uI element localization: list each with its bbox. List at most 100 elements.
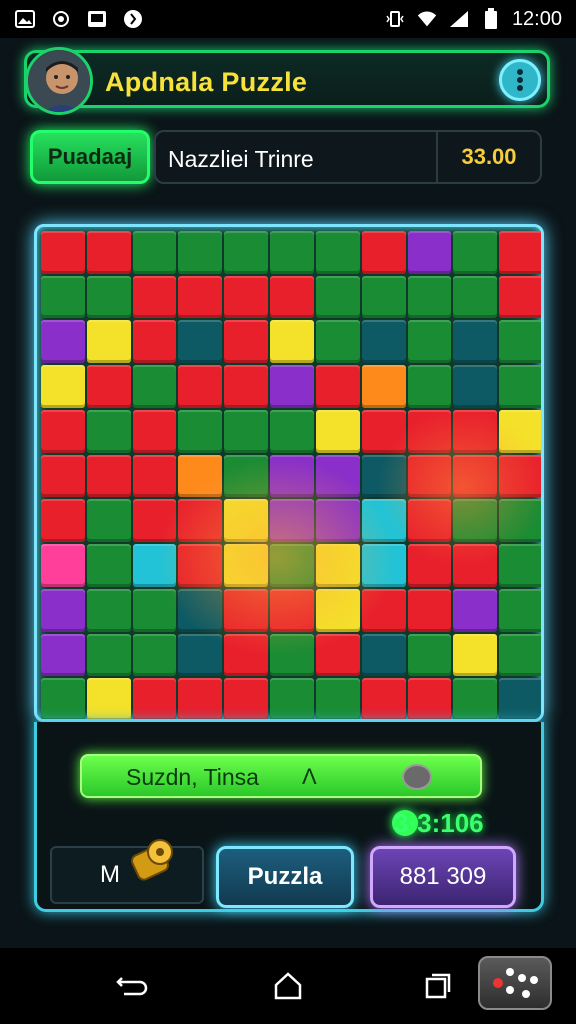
puzzle-tile[interactable] — [224, 231, 269, 274]
puzzle-tile[interactable] — [178, 678, 223, 719]
back-icon[interactable] — [112, 966, 152, 1006]
puzzle-tile[interactable] — [132, 588, 177, 632]
home-icon[interactable] — [268, 966, 308, 1006]
puzzle-tile[interactable] — [41, 544, 85, 587]
puzzle-tile[interactable] — [224, 633, 269, 677]
puzzle-tile[interactable] — [270, 231, 314, 274]
puzzle-tile[interactable] — [86, 544, 131, 587]
gamepad-icon[interactable] — [478, 956, 552, 1010]
puzzle-tile[interactable] — [132, 454, 177, 498]
puzzle-tile[interactable] — [315, 678, 360, 719]
puzzle-tile[interactable] — [178, 633, 223, 677]
puzzle-button[interactable]: Puzzla — [216, 846, 354, 908]
puzzle-tile[interactable] — [41, 454, 85, 498]
puzzle-tile[interactable] — [178, 454, 223, 498]
puzzle-tile[interactable] — [361, 409, 406, 453]
puzzle-tile[interactable] — [224, 678, 269, 719]
puzzle-tile[interactable] — [361, 544, 406, 587]
puzzle-tile[interactable] — [270, 499, 314, 543]
puzzle-tile[interactable] — [407, 231, 452, 274]
puzzle-tile[interactable] — [361, 454, 406, 498]
puzzle-tile[interactable] — [499, 231, 541, 274]
puzzle-tile[interactable] — [224, 409, 269, 453]
puzzle-tile[interactable] — [178, 409, 223, 453]
recents-icon[interactable] — [418, 966, 458, 1006]
puzzle-tile[interactable] — [41, 678, 85, 719]
puzzle-tile[interactable] — [315, 499, 360, 543]
puzzle-tile[interactable] — [132, 231, 177, 274]
puzzle-tile[interactable] — [499, 365, 541, 408]
puzzle-tile[interactable] — [407, 499, 452, 543]
puzzle-board[interactable] — [34, 224, 544, 722]
puzzle-tile[interactable] — [315, 231, 360, 274]
puzzle-tile[interactable] — [178, 275, 223, 319]
puzzle-tile[interactable] — [315, 633, 360, 677]
puzzle-tile[interactable] — [132, 275, 177, 319]
puzzle-tile[interactable] — [499, 678, 541, 719]
puzzle-tile[interactable] — [315, 365, 360, 408]
puzzle-tile[interactable] — [499, 544, 541, 587]
puzzle-tile[interactable] — [224, 320, 269, 364]
puzzle-tile[interactable] — [132, 320, 177, 364]
puzzle-tile[interactable] — [86, 409, 131, 453]
puzzle-tile[interactable] — [407, 365, 452, 408]
puzzle-tile[interactable] — [453, 231, 498, 274]
puzzle-tile[interactable] — [453, 409, 498, 453]
puzzle-tile[interactable] — [270, 365, 314, 408]
puzzle-tile[interactable] — [407, 275, 452, 319]
puzzle-tile[interactable] — [407, 544, 452, 587]
puzzle-tile[interactable] — [315, 544, 360, 587]
puzzle-tile[interactable] — [86, 499, 131, 543]
puzzle-tile[interactable] — [86, 454, 131, 498]
puzzle-grid[interactable] — [41, 231, 541, 719]
puzzle-tile[interactable] — [407, 678, 452, 719]
puzzle-tile[interactable] — [361, 231, 406, 274]
puzzle-tile[interactable] — [499, 320, 541, 364]
puzzle-tile[interactable] — [361, 275, 406, 319]
puzzle-tile[interactable] — [453, 544, 498, 587]
puzzle-tile[interactable] — [453, 588, 498, 632]
puzzle-tile[interactable] — [41, 275, 85, 319]
puzzle-tile[interactable] — [499, 454, 541, 498]
more-vertical-icon[interactable] — [499, 59, 541, 101]
puzzle-tile[interactable] — [224, 544, 269, 587]
puzzle-tile[interactable] — [86, 633, 131, 677]
puzzle-tile[interactable] — [270, 454, 314, 498]
puzzle-tile[interactable] — [41, 409, 85, 453]
puzzle-tile[interactable] — [270, 275, 314, 319]
puzzle-tile[interactable] — [453, 320, 498, 364]
puzzle-tile[interactable] — [132, 409, 177, 453]
puzzle-tile[interactable] — [41, 231, 85, 274]
puzzle-tile[interactable] — [270, 678, 314, 719]
puzzle-tile[interactable] — [41, 588, 85, 632]
puzzle-tile[interactable] — [41, 365, 85, 408]
puzzle-tile[interactable] — [315, 409, 360, 453]
puzzle-tile[interactable] — [315, 275, 360, 319]
puzzle-tile[interactable] — [86, 275, 131, 319]
puzzle-tile[interactable] — [453, 365, 498, 408]
puzzle-tile[interactable] — [361, 365, 406, 408]
puzzle-tile[interactable] — [270, 320, 314, 364]
puzzle-tile[interactable] — [178, 588, 223, 632]
puzzle-tile[interactable] — [315, 588, 360, 632]
puzzle-tile[interactable] — [86, 320, 131, 364]
puzzle-tile[interactable] — [178, 499, 223, 543]
puzzle-tile[interactable] — [315, 454, 360, 498]
puzzle-tile[interactable] — [407, 320, 452, 364]
puzzle-tile[interactable] — [315, 320, 360, 364]
puzzle-tile[interactable] — [178, 544, 223, 587]
puzzle-tile[interactable] — [499, 409, 541, 453]
puzzle-tile[interactable] — [270, 409, 314, 453]
puzzle-tile[interactable] — [224, 499, 269, 543]
puzzle-tile[interactable] — [270, 544, 314, 587]
puzzle-tile[interactable] — [86, 588, 131, 632]
puzzle-tile[interactable] — [453, 633, 498, 677]
puzzle-tile[interactable] — [86, 678, 131, 719]
avatar[interactable] — [25, 47, 93, 115]
puzzle-tile[interactable] — [499, 499, 541, 543]
puzzle-tile[interactable] — [453, 275, 498, 319]
puzzle-tile[interactable] — [361, 588, 406, 632]
puzzle-tile[interactable] — [453, 454, 498, 498]
puzzle-tile[interactable] — [132, 365, 177, 408]
puzzle-tile[interactable] — [361, 320, 406, 364]
